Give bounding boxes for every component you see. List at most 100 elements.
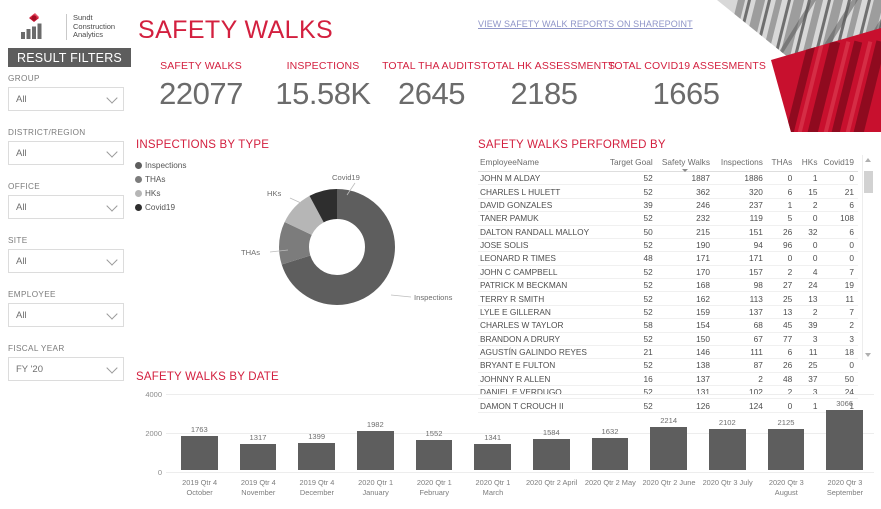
scrollbar-thumb[interactable] bbox=[864, 171, 873, 193]
table-row[interactable]: JOHN C CAMPBELL 52 170 157 2 4 7 bbox=[478, 265, 858, 280]
table-row[interactable]: BRANDON A DRURY 52 150 67 77 3 3 bbox=[478, 332, 858, 346]
table-row[interactable]: LYLE E GILLERAN 52 159 137 13 2 7 bbox=[478, 305, 858, 320]
bar-column[interactable]: 1317 2019 Qtr 4 November bbox=[239, 433, 277, 497]
table-scrollbar[interactable] bbox=[862, 155, 874, 360]
cell-employee-name: DALTON RANDALL MALLOY bbox=[478, 225, 606, 239]
bar[interactable] bbox=[591, 438, 629, 470]
panel-title-inspections-by-type: INSPECTIONS BY TYPE bbox=[136, 139, 270, 151]
bar[interactable] bbox=[650, 426, 688, 470]
filter-dropdown-office[interactable]: All bbox=[8, 195, 124, 219]
bar-column[interactable]: 1584 2020 Qtr 2 April bbox=[526, 428, 577, 487]
filter-dropdown-employee[interactable]: All bbox=[8, 303, 124, 327]
legend-item-inspections[interactable]: Inspections bbox=[135, 158, 186, 172]
cell-inspections: 171 bbox=[713, 251, 767, 266]
legend-item-hks[interactable]: HKs bbox=[135, 186, 186, 200]
cell-thas: 96 bbox=[766, 238, 797, 253]
col-header-employeename[interactable]: EmployeeName bbox=[478, 155, 606, 172]
table-row[interactable]: TERRY R SMITH 52 162 113 25 13 11 bbox=[478, 291, 858, 306]
bar[interactable] bbox=[356, 431, 394, 470]
cell-inspections: 157 bbox=[713, 265, 767, 280]
cell-inspections: 87 bbox=[713, 358, 767, 373]
cell-inspections: 1886 bbox=[713, 171, 767, 186]
table-row[interactable]: DALTON RANDALL MALLOY 50 215 151 26 32 6 bbox=[478, 225, 858, 239]
table-row[interactable]: LEONARD R TIMES 48 171 171 0 0 0 bbox=[478, 251, 858, 266]
cell-covid19: 18 bbox=[821, 345, 858, 360]
bar[interactable] bbox=[826, 410, 864, 470]
cell-hks: 2 bbox=[796, 198, 822, 213]
cell-thas: 48 bbox=[766, 372, 797, 387]
filter-dropdown-site[interactable]: All bbox=[8, 249, 124, 273]
filter-label-fiscal-year: FISCAL YEAR bbox=[8, 344, 65, 353]
table-row[interactable]: TANER PAMUK 52 232 119 5 0 108 bbox=[478, 211, 858, 226]
bar-column[interactable]: 2214 2020 Qtr 2 June bbox=[642, 416, 695, 487]
cell-covid19: 0 bbox=[821, 238, 858, 253]
scroll-down-icon[interactable] bbox=[865, 353, 871, 357]
kpi-total-covid19-assessments: TOTAL COVID19 ASSESMENTS 1665 bbox=[608, 60, 766, 112]
bar-value-label: 1632 bbox=[601, 427, 619, 437]
bar-column[interactable]: 1763 2019 Qtr 4 October bbox=[180, 425, 218, 497]
filter-dropdown-district-region[interactable]: All bbox=[8, 141, 124, 165]
filter-group: OFFICE All bbox=[8, 182, 124, 219]
result-filters-banner: RESULT FILTERS bbox=[8, 48, 131, 67]
bar[interactable] bbox=[415, 439, 453, 470]
cell-target-goal: 48 bbox=[605, 251, 657, 266]
bar[interactable] bbox=[767, 428, 805, 470]
bar[interactable] bbox=[239, 444, 277, 470]
filter-dropdown-fiscal-year[interactable]: FY '20 bbox=[8, 357, 124, 381]
bar-column[interactable]: 1341 2020 Qtr 1 March bbox=[474, 433, 512, 497]
donut-callout-covid19: Covid19 bbox=[332, 173, 360, 182]
cell-safety-walks: 138 bbox=[656, 358, 714, 373]
col-header-target-goal[interactable]: Target Goal bbox=[605, 155, 657, 172]
cell-target-goal: 21 bbox=[605, 345, 657, 360]
filter-group: DISTRICT/REGION All bbox=[8, 128, 124, 165]
col-header-hks[interactable]: HKs bbox=[796, 155, 822, 172]
panel-title-safety-walks-performed-by: SAFETY WALKS PERFORMED BY bbox=[478, 139, 666, 151]
table-row[interactable]: CHARLES L HULETT 52 362 320 6 15 21 bbox=[478, 184, 858, 199]
legend-item-covid19[interactable]: Covid19 bbox=[135, 200, 186, 214]
cell-hks: 15 bbox=[796, 184, 822, 199]
donut-chart[interactable]: Inspections THAs HKs Covid19 bbox=[215, 155, 465, 355]
bar-column[interactable]: 1552 2020 Qtr 1 February bbox=[415, 429, 453, 497]
scroll-up-icon[interactable] bbox=[865, 158, 871, 162]
cell-safety-walks: 150 bbox=[656, 332, 714, 346]
cell-inspections: 137 bbox=[713, 305, 767, 320]
filter-label-office: OFFICE bbox=[8, 182, 41, 191]
table-row[interactable]: JOHNNY R ALLEN 16 137 2 48 37 50 bbox=[478, 372, 858, 387]
table-row[interactable]: DAVID GONZALES 39 246 237 1 2 6 bbox=[478, 198, 858, 213]
table-row[interactable]: BRYANT E FULTON 52 138 87 26 25 0 bbox=[478, 358, 858, 373]
table-row[interactable]: CHARLES W TAYLOR 58 154 68 45 39 2 bbox=[478, 318, 858, 333]
cell-covid19: 6 bbox=[821, 225, 858, 239]
safety-walks-by-date-chart[interactable]: 4000 2000 0 1763 2019 Qtr 4 October 1317 201… bbox=[136, 388, 876, 506]
col-header-inspections[interactable]: Inspections bbox=[713, 155, 767, 172]
bar-column[interactable]: 1982 2020 Qtr 1 January bbox=[356, 420, 394, 497]
bar[interactable] bbox=[474, 443, 512, 470]
col-header-safety-walks[interactable]: Safety Walks bbox=[656, 155, 714, 172]
cell-hks: 4 bbox=[796, 265, 822, 280]
table-row[interactable]: PATRICK M BECKMAN 52 168 98 27 24 19 bbox=[478, 278, 858, 293]
bar-column[interactable]: 3066 2020 Qtr 3 September bbox=[826, 399, 864, 497]
bar-column[interactable]: 1632 2020 Qtr 2 May bbox=[585, 427, 636, 487]
bar-value-label: 1982 bbox=[366, 420, 384, 430]
sharepoint-report-link[interactable]: VIEW SAFETY WALK REPORTS ON SHAREPOINT bbox=[478, 19, 693, 29]
cell-safety-walks: 159 bbox=[656, 305, 714, 320]
bar[interactable] bbox=[708, 429, 746, 470]
cell-target-goal: 50 bbox=[605, 225, 657, 239]
chevron-down-icon bbox=[106, 92, 118, 104]
cell-safety-walks: 190 bbox=[656, 238, 714, 253]
bar[interactable] bbox=[180, 435, 218, 470]
bar-column[interactable]: 2102 2020 Qtr 3 July bbox=[703, 418, 753, 487]
bar-column[interactable]: 2125 2020 Qtr 3 August bbox=[767, 418, 805, 497]
table-row[interactable]: JOHN M ALDAY 52 1887 1886 0 1 0 bbox=[478, 171, 858, 186]
col-header-thas[interactable]: THAs bbox=[766, 155, 797, 172]
cell-safety-walks: 162 bbox=[656, 291, 714, 306]
table-row[interactable]: AGUSTÍN GALINDO REYES 21 146 111 6 11 18 bbox=[478, 345, 858, 360]
legend-item-thas[interactable]: THAs bbox=[135, 172, 186, 186]
filter-group: FISCAL YEAR FY '20 bbox=[8, 344, 124, 381]
table-row[interactable]: JOSE SOLIS 52 190 94 96 0 0 bbox=[478, 238, 858, 253]
bar[interactable] bbox=[298, 442, 336, 470]
bar[interactable] bbox=[532, 439, 570, 470]
bar-column[interactable]: 1399 2019 Qtr 4 December bbox=[298, 432, 336, 497]
kpi-label-total-hk-assessments: TOTAL HK ASSESSMENTS bbox=[481, 60, 616, 72]
col-header-covid19[interactable]: Covid19 bbox=[821, 155, 858, 172]
filter-dropdown-group[interactable]: All bbox=[8, 87, 124, 111]
